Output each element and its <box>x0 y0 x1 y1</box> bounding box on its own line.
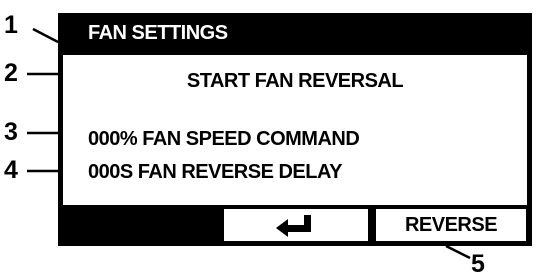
back-softkey[interactable] <box>224 209 368 241</box>
title-bar: FAN SETTINGS <box>58 13 532 55</box>
callout-1: 1 <box>4 11 18 39</box>
callout-4: 4 <box>4 156 18 184</box>
headline-text: START FAN REVERSAL <box>186 70 404 92</box>
softkey-bar: REVERSE <box>58 205 532 246</box>
callout-3: 3 <box>4 118 18 146</box>
reverse-softkey[interactable]: REVERSE <box>376 209 526 241</box>
reverse-softkey-label: REVERSE <box>404 214 498 236</box>
screen-content: START FAN REVERSAL 000% FAN SPEED COMMAN… <box>63 55 527 205</box>
display-screen: FAN SETTINGS START FAN REVERSAL 000% FAN… <box>58 13 532 246</box>
screen-title: FAN SETTINGS <box>88 22 228 44</box>
enter-return-arrow-icon <box>276 215 311 237</box>
callout-5: 5 <box>471 250 485 278</box>
fan-speed-command-line: 000% FAN SPEED COMMAND <box>88 128 360 150</box>
fan-reverse-delay-line: 000S FAN REVERSE DELAY <box>88 161 342 183</box>
callout-2: 2 <box>4 59 18 87</box>
